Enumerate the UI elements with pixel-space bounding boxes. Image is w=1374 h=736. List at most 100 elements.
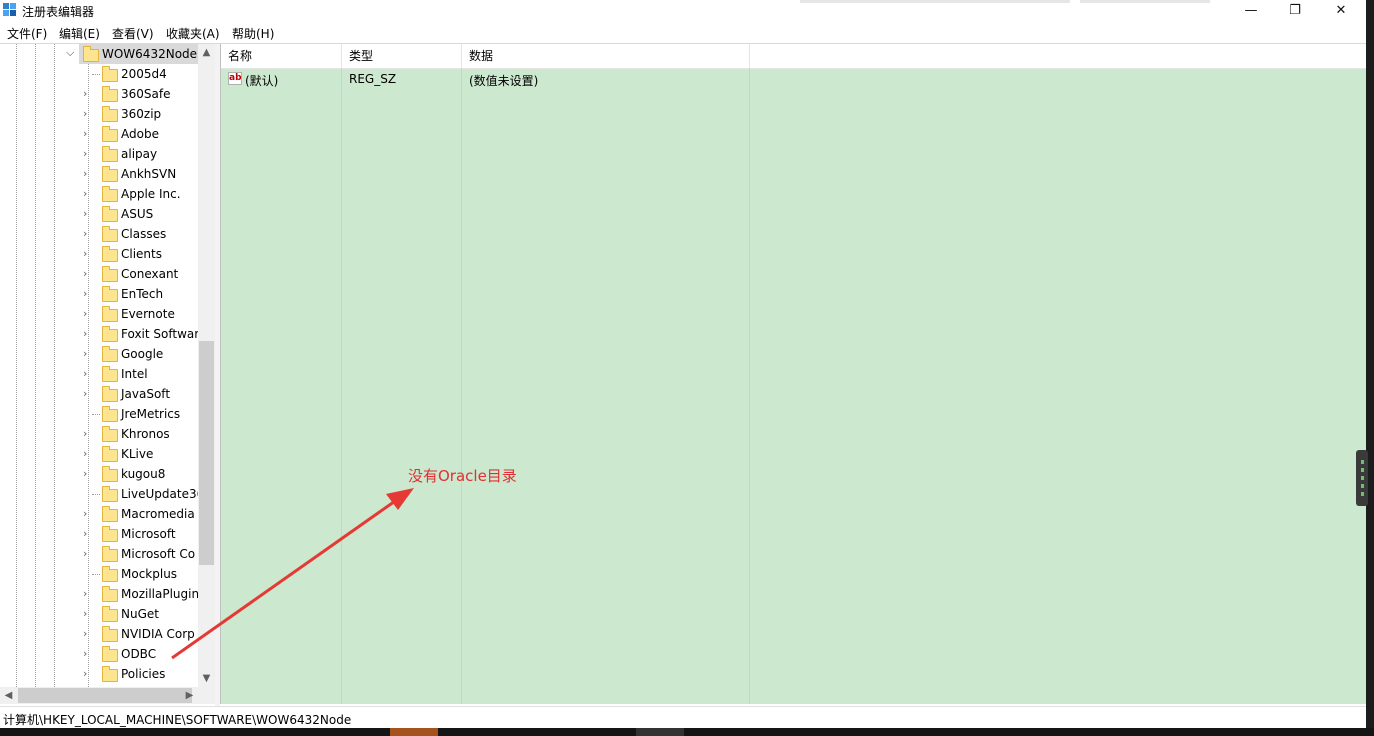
tree-item[interactable]: › EnTech — [0, 284, 200, 304]
side-gadget[interactable] — [1356, 450, 1368, 506]
chevron-right-icon[interactable]: › — [83, 87, 87, 100]
folder-icon — [102, 126, 118, 142]
registry-editor-icon — [3, 3, 16, 16]
chevron-right-icon[interactable]: › — [83, 327, 87, 340]
chevron-right-icon[interactable]: › — [83, 267, 87, 280]
tree-item[interactable]: › Microsoft Co — [0, 544, 200, 564]
menu-edit[interactable]: 编辑(E) — [59, 25, 100, 42]
chevron-right-icon[interactable]: › — [83, 367, 87, 380]
tree-item[interactable]: › KLive — [0, 444, 200, 464]
tree-horizontal-scrollbar[interactable]: ◀ ▶ — [0, 687, 215, 704]
tree-item[interactable]: 2005d4 — [0, 64, 200, 84]
chevron-down-icon[interactable]: ⌵ — [66, 46, 74, 60]
tree-item[interactable]: › Foxit Softwar — [0, 324, 200, 344]
tree-item[interactable]: › Google — [0, 344, 200, 364]
tree-item[interactable]: › NuGet — [0, 604, 200, 624]
chevron-right-icon[interactable]: › — [83, 507, 87, 520]
chevron-right-icon[interactable]: › — [83, 147, 87, 160]
close-button[interactable]: ✕ — [1318, 0, 1364, 22]
chevron-right-icon[interactable]: › — [83, 287, 87, 300]
tree-vertical-scrollbar[interactable]: ▲ ▼ — [198, 44, 215, 687]
tree-item[interactable]: › kugou8 — [0, 464, 200, 484]
tree-item[interactable]: › MozillaPlugin — [0, 584, 200, 604]
scroll-up-icon[interactable]: ▲ — [198, 44, 215, 61]
tree-item[interactable]: › Macromedia — [0, 504, 200, 524]
tree-item[interactable]: › NVIDIA Corp — [0, 624, 200, 644]
chevron-right-icon[interactable]: › — [83, 307, 87, 320]
taskbar-app[interactable] — [636, 728, 684, 736]
tree-item-label: WOW6432Node — [102, 47, 198, 61]
tree-item[interactable]: › Intel — [0, 364, 200, 384]
folder-icon — [102, 646, 118, 662]
chevron-right-icon[interactable]: › — [83, 667, 87, 680]
tree-item[interactable]: › ASUS — [0, 204, 200, 224]
folder-icon — [102, 666, 118, 682]
tree-item-label: Adobe — [121, 127, 159, 141]
tree-item-label: alipay — [121, 147, 158, 161]
tree-item[interactable]: › JavaSoft — [0, 384, 200, 404]
tree-item-label: AnkhSVN — [121, 167, 177, 181]
tree-item[interactable]: › Khronos — [0, 424, 200, 444]
chevron-right-icon[interactable]: › — [83, 427, 87, 440]
value-row[interactable]: ab (默认) REG_SZ (数值未设置) — [221, 69, 1366, 89]
tree-item[interactable]: › 360zip — [0, 104, 200, 124]
chevron-right-icon[interactable]: › — [83, 587, 87, 600]
scroll-thumb[interactable] — [18, 688, 192, 703]
tree-item-label: Microsoft Co — [121, 547, 196, 561]
chevron-right-icon[interactable]: › — [83, 387, 87, 400]
tree-item-selected[interactable]: ⌵ WOW6432Node — [66, 44, 200, 64]
chevron-right-icon[interactable]: › — [83, 527, 87, 540]
tree-item[interactable]: › Microsoft — [0, 524, 200, 544]
chevron-right-icon[interactable]: › — [83, 227, 87, 240]
tree-item[interactable]: › Apple Inc. — [0, 184, 200, 204]
tree-item-label: LiveUpdate36 — [121, 487, 205, 501]
close-icon: ✕ — [1335, 3, 1347, 18]
column-header-name[interactable]: 名称 — [221, 44, 342, 68]
tree-item[interactable]: › Policies — [0, 664, 200, 684]
tree-item[interactable]: LiveUpdate36 — [0, 484, 204, 504]
chevron-right-icon[interactable]: › — [83, 647, 87, 660]
tree-item-label: Foxit Softwar — [121, 327, 200, 341]
tree-item[interactable]: › Adobe — [0, 124, 200, 144]
restore-button[interactable]: ❐ — [1272, 0, 1318, 22]
menu-favorites[interactable]: 收藏夹(A) — [166, 25, 220, 42]
tree-item[interactable]: › 360Safe — [0, 84, 200, 104]
menu-help[interactable]: 帮助(H) — [232, 25, 274, 42]
chevron-right-icon[interactable]: › — [83, 127, 87, 140]
chevron-right-icon[interactable]: › — [83, 207, 87, 220]
menu-view[interactable]: 查看(V) — [112, 25, 154, 42]
menu-file[interactable]: 文件(F) — [7, 25, 47, 42]
taskbar-app[interactable] — [390, 728, 438, 736]
tree-item[interactable]: › alipay — [0, 144, 200, 164]
scroll-right-icon[interactable]: ▶ — [181, 687, 198, 704]
scroll-thumb[interactable] — [199, 341, 214, 565]
tree-item[interactable]: › Clients — [0, 244, 200, 264]
tree-item[interactable]: › Conexant — [0, 264, 200, 284]
column-header-data[interactable]: 数据 — [462, 44, 750, 68]
value-type: REG_SZ — [349, 72, 397, 86]
value-name: (默认) — [245, 74, 279, 88]
chevron-right-icon[interactable]: › — [83, 167, 87, 180]
tree-item-label: 360Safe — [121, 87, 171, 101]
minimize-button[interactable]: — — [1228, 0, 1274, 22]
chevron-right-icon[interactable]: › — [83, 247, 87, 260]
tree-item[interactable]: › Evernote — [0, 304, 200, 324]
tree-item-label: Classes — [121, 227, 167, 241]
chevron-right-icon[interactable]: › — [83, 627, 87, 640]
chevron-right-icon[interactable]: › — [83, 187, 87, 200]
chevron-right-icon[interactable]: › — [83, 467, 87, 480]
tree-item[interactable]: › Classes — [0, 224, 200, 244]
tree-item[interactable]: JreMetrics — [0, 404, 200, 424]
tree-item[interactable]: › AnkhSVN — [0, 164, 200, 184]
scroll-left-icon[interactable]: ◀ — [0, 687, 17, 704]
folder-icon — [102, 466, 118, 482]
chevron-right-icon[interactable]: › — [83, 447, 87, 460]
chevron-right-icon[interactable]: › — [83, 547, 87, 560]
tree-item[interactable]: Mockplus — [0, 564, 200, 584]
column-header-type[interactable]: 类型 — [342, 44, 462, 68]
chevron-right-icon[interactable]: › — [83, 607, 87, 620]
chevron-right-icon[interactable]: › — [83, 107, 87, 120]
chevron-right-icon[interactable]: › — [83, 347, 87, 360]
tree-item[interactable]: › ODBC — [0, 644, 200, 664]
scroll-down-icon[interactable]: ▼ — [198, 670, 215, 687]
